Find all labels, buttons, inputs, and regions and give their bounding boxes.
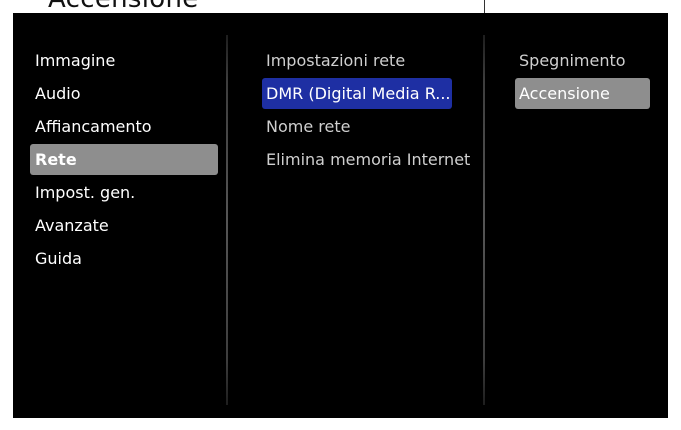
option-item-accensione[interactable]: Accensione xyxy=(515,78,650,109)
main-menu-item-rete[interactable]: Rete xyxy=(30,144,218,175)
page-title: Accensione xyxy=(48,0,199,14)
dmr-option-menu: Spegnimento Accensione xyxy=(515,45,663,111)
main-menu-item-guida[interactable]: Guida xyxy=(30,243,218,274)
osd-screen: Accensione Immagine Audio Affiancamento … xyxy=(0,0,681,430)
main-menu-item-audio[interactable]: Audio xyxy=(30,78,218,109)
title-divider xyxy=(484,0,485,14)
main-menu-item-impost-gen[interactable]: Impost. gen. xyxy=(30,177,218,208)
sub-menu-item-dmr[interactable]: DMR (Digital Media R... xyxy=(262,78,452,109)
sub-menu-item-impostazioni-rete[interactable]: Impostazioni rete xyxy=(262,45,472,76)
main-menu-item-avanzate[interactable]: Avanzate xyxy=(30,210,218,241)
sub-menu-item-nome-rete[interactable]: Nome rete xyxy=(262,111,472,142)
main-menu-item-immagine[interactable]: Immagine xyxy=(30,45,218,76)
option-item-spegnimento[interactable]: Spegnimento xyxy=(515,45,663,76)
sub-menu-column: Impostazioni rete DMR (Digital Media R..… xyxy=(228,13,485,418)
main-menu: Immagine Audio Affiancamento Rete Impost… xyxy=(30,45,218,276)
option-column: Spegnimento Accensione xyxy=(485,13,668,418)
network-sub-menu: Impostazioni rete DMR (Digital Media R..… xyxy=(262,45,472,177)
main-menu-column: Immagine Audio Affiancamento Rete Impost… xyxy=(13,13,228,418)
sub-menu-item-elimina-memoria[interactable]: Elimina memoria Internet xyxy=(262,144,472,175)
settings-menu-panel: Immagine Audio Affiancamento Rete Impost… xyxy=(13,13,668,418)
main-menu-item-affiancamento[interactable]: Affiancamento xyxy=(30,111,218,142)
